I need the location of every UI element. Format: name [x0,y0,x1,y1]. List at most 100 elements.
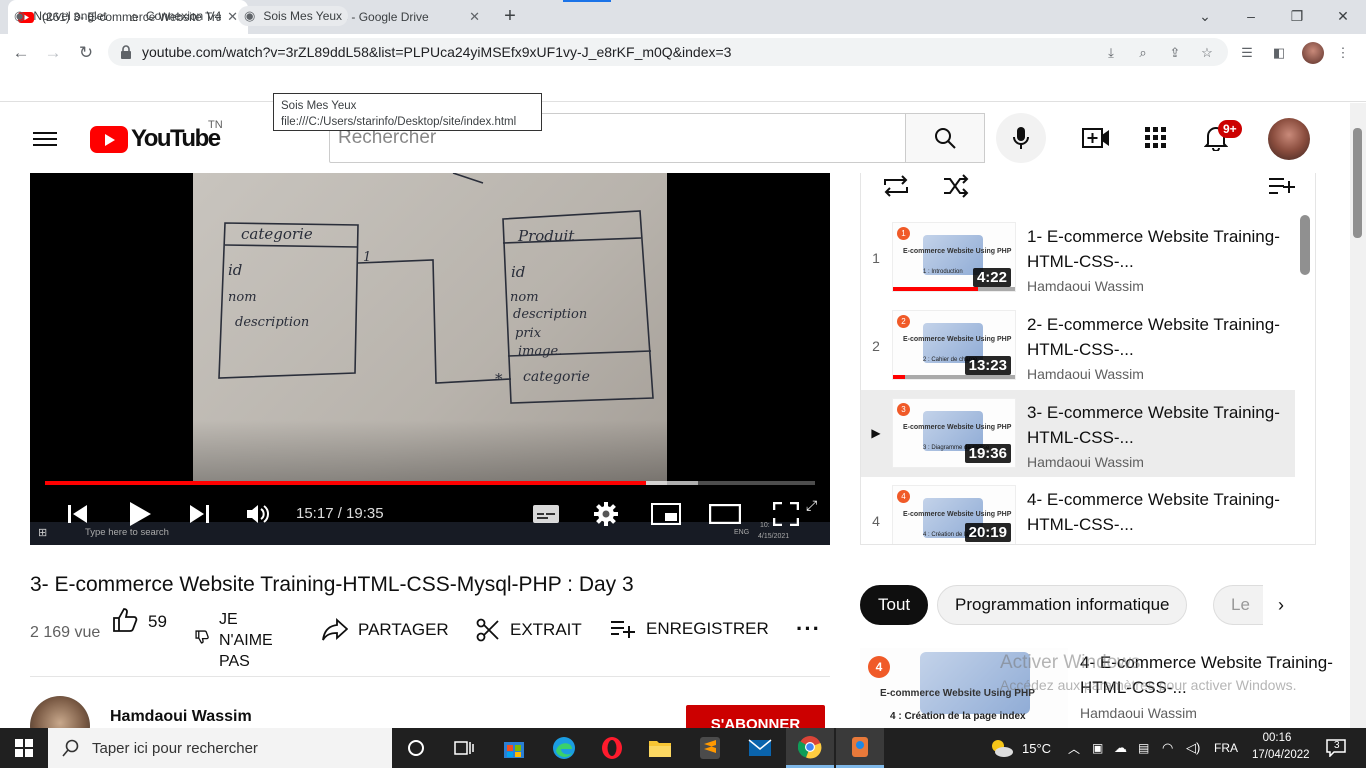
playlist-thumbnail: 4 E-commerce Website Using PHP 4 : Créat… [892,485,1016,544]
playlist-item-title: 3- E-commerce Website Training-HTML-CSS-… [1027,403,1280,447]
edge-browser-icon[interactable] [540,728,588,768]
task-view-icon[interactable] [440,728,488,768]
menu-dots-icon[interactable]: ⋮ [1334,44,1352,62]
share-icon[interactable]: ⇪ [1166,44,1184,62]
bookmark-star-icon[interactable]: ☆ [1198,44,1216,62]
play-icon[interactable] [124,500,156,528]
chip-programming[interactable]: Programmation informatique [937,585,1188,625]
playlist-item[interactable]: 4 4 E-commerce Website Using PHP 4 : Cré… [861,477,1295,544]
playlist-item-title: 2- E-commerce Website Training-HTML-CSS-… [1027,315,1280,359]
chip-all[interactable]: Tout [860,585,929,625]
like-button[interactable]: 59 [112,607,167,633]
weather-icon[interactable]: 15°C [988,728,1051,768]
thumbs-up-icon [113,608,138,632]
hamburger-menu-icon[interactable] [33,128,57,148]
reload-button[interactable]: ↻ [75,42,97,64]
bookmark-sois-mes-yeux[interactable]: ◉ Sois Mes Yeux [238,6,349,26]
profile-avatar[interactable] [1302,42,1324,64]
miniplayer-icon[interactable] [650,500,682,528]
close-tab-icon[interactable]: ✕ [469,9,480,25]
subtitles-icon[interactable] [530,500,562,528]
onedrive-icon[interactable]: ☁ [1114,728,1127,768]
account-avatar[interactable] [1268,118,1310,160]
volume-icon[interactable] [244,500,274,528]
notification-center-icon[interactable]: 3 [1326,728,1346,768]
reading-list-icon[interactable]: ☰ [1238,44,1256,62]
close-tab-icon[interactable]: ✕ [227,9,238,25]
youtube-logo[interactable]: YouTube [90,125,221,153]
right-field: description [513,307,587,322]
playlist-item-channel: Hamdaoui Wassim [1027,366,1144,382]
sublime-text-icon[interactable] [686,728,734,768]
previous-icon[interactable] [62,500,92,528]
close-window-button[interactable]: ✕ [1328,4,1358,28]
channel-name[interactable]: Hamdaoui Wassim [110,708,252,726]
thumbnail-caption: E-commerce Website Using PHP [903,248,1012,255]
minimize-button[interactable]: – [1236,4,1266,28]
new-tab-button[interactable]: + [498,4,522,28]
loop-icon[interactable] [882,174,910,203]
chrome-icon[interactable] [786,728,834,768]
fullscreen-icon[interactable] [770,500,802,528]
language-indicator[interactable]: FRA [1214,728,1238,768]
windows-start-icon[interactable] [0,728,48,768]
forward-button[interactable]: → [42,42,64,64]
playlist-item[interactable]: 2 2 E-commerce Website Using PHP 2 : Cah… [861,302,1295,389]
thumbnail-badge: 1 [897,227,910,240]
right-field: id [511,263,525,281]
taskbar-search[interactable]: Taper ici pour rechercher [48,728,392,768]
bookmark-nouvel-onglet[interactable]: ◉ Nouvel onglet [8,6,113,26]
theater-mode-icon[interactable] [708,500,742,528]
settings-gear-icon[interactable] [590,500,622,528]
address-bar[interactable]: youtube.com/watch?v=3rZL89ddL58&list=PLP… [108,38,1228,66]
wifi-icon[interactable]: ◠ [1162,728,1173,768]
taskbar-clock[interactable]: 00:16 17/04/2022 [1252,730,1310,764]
page-scrollbar-thumb[interactable] [1353,128,1362,238]
tray-chevron-icon[interactable]: ︿ [1068,728,1080,768]
voice-search-button[interactable] [996,113,1046,163]
home-icon: ⌂ [130,8,138,24]
inner-lang: ENG [734,529,750,536]
opera-icon[interactable] [588,728,636,768]
save-button[interactable]: ENREGISTRER [610,618,769,640]
zoom-icon[interactable]: ⌕ [1134,44,1152,62]
clip-button[interactable]: EXTRAIT [476,618,582,642]
apps-grid-icon[interactable] [1142,124,1170,152]
tray-meet-icon[interactable]: ▤ [1138,728,1149,768]
more-actions-icon[interactable]: ··· [796,616,821,642]
bookmark-connexion[interactable]: ⌂ Connexion V4 [124,6,227,26]
now-playing-icon: ▶ [871,426,881,440]
back-button[interactable]: ← [10,42,32,64]
tab-search-icon[interactable]: ⌄ [1190,4,1220,28]
expand-icon[interactable]: ⤢ [806,497,817,514]
playlist-item-current[interactable]: ▶ 3 E-commerce Website Using PHP 3 : Dia… [861,390,1295,477]
restore-button[interactable]: ❐ [1282,4,1312,28]
app-running-icon[interactable] [836,728,884,768]
cortana-icon[interactable] [392,728,440,768]
duration-badge: 13:23 [964,356,1011,375]
speaker-icon[interactable]: ◁) [1186,728,1200,768]
chip-partial[interactable]: Le [1213,585,1263,625]
next-icon[interactable] [185,500,215,528]
right-field: nom [510,290,539,305]
shuffle-icon[interactable] [942,174,970,203]
right-field: image. [518,344,562,359]
thumbnail-badge: 3 [897,403,910,416]
playlist-scrollbar[interactable] [1300,215,1310,275]
search-button[interactable] [905,113,985,163]
playlist-save-icon[interactable] [1268,176,1296,201]
thumbs-down-icon[interactable] [195,630,209,649]
microsoft-store-icon[interactable] [490,728,538,768]
install-app-icon[interactable]: ⤓ [1102,44,1120,62]
tray-device-icon[interactable]: ▣ [1092,728,1103,768]
notification-count-badge: 9+ [1218,120,1242,138]
chevron-right-icon[interactable]: › [1278,595,1284,616]
file-explorer-icon[interactable] [636,728,684,768]
activation-watermark-text: Accédez aux paramètres pour activer Wind… [1000,677,1297,693]
create-video-icon[interactable] [1082,124,1110,152]
share-button[interactable]: PARTAGER [322,618,449,642]
dislike-button[interactable]: JE N'AIME PAS [219,609,289,672]
mail-icon[interactable] [736,728,784,768]
side-panel-icon[interactable]: ◧ [1270,44,1288,62]
playlist-item[interactable]: 1 1 E-commerce Website Using PHP 1 : Int… [861,214,1295,301]
